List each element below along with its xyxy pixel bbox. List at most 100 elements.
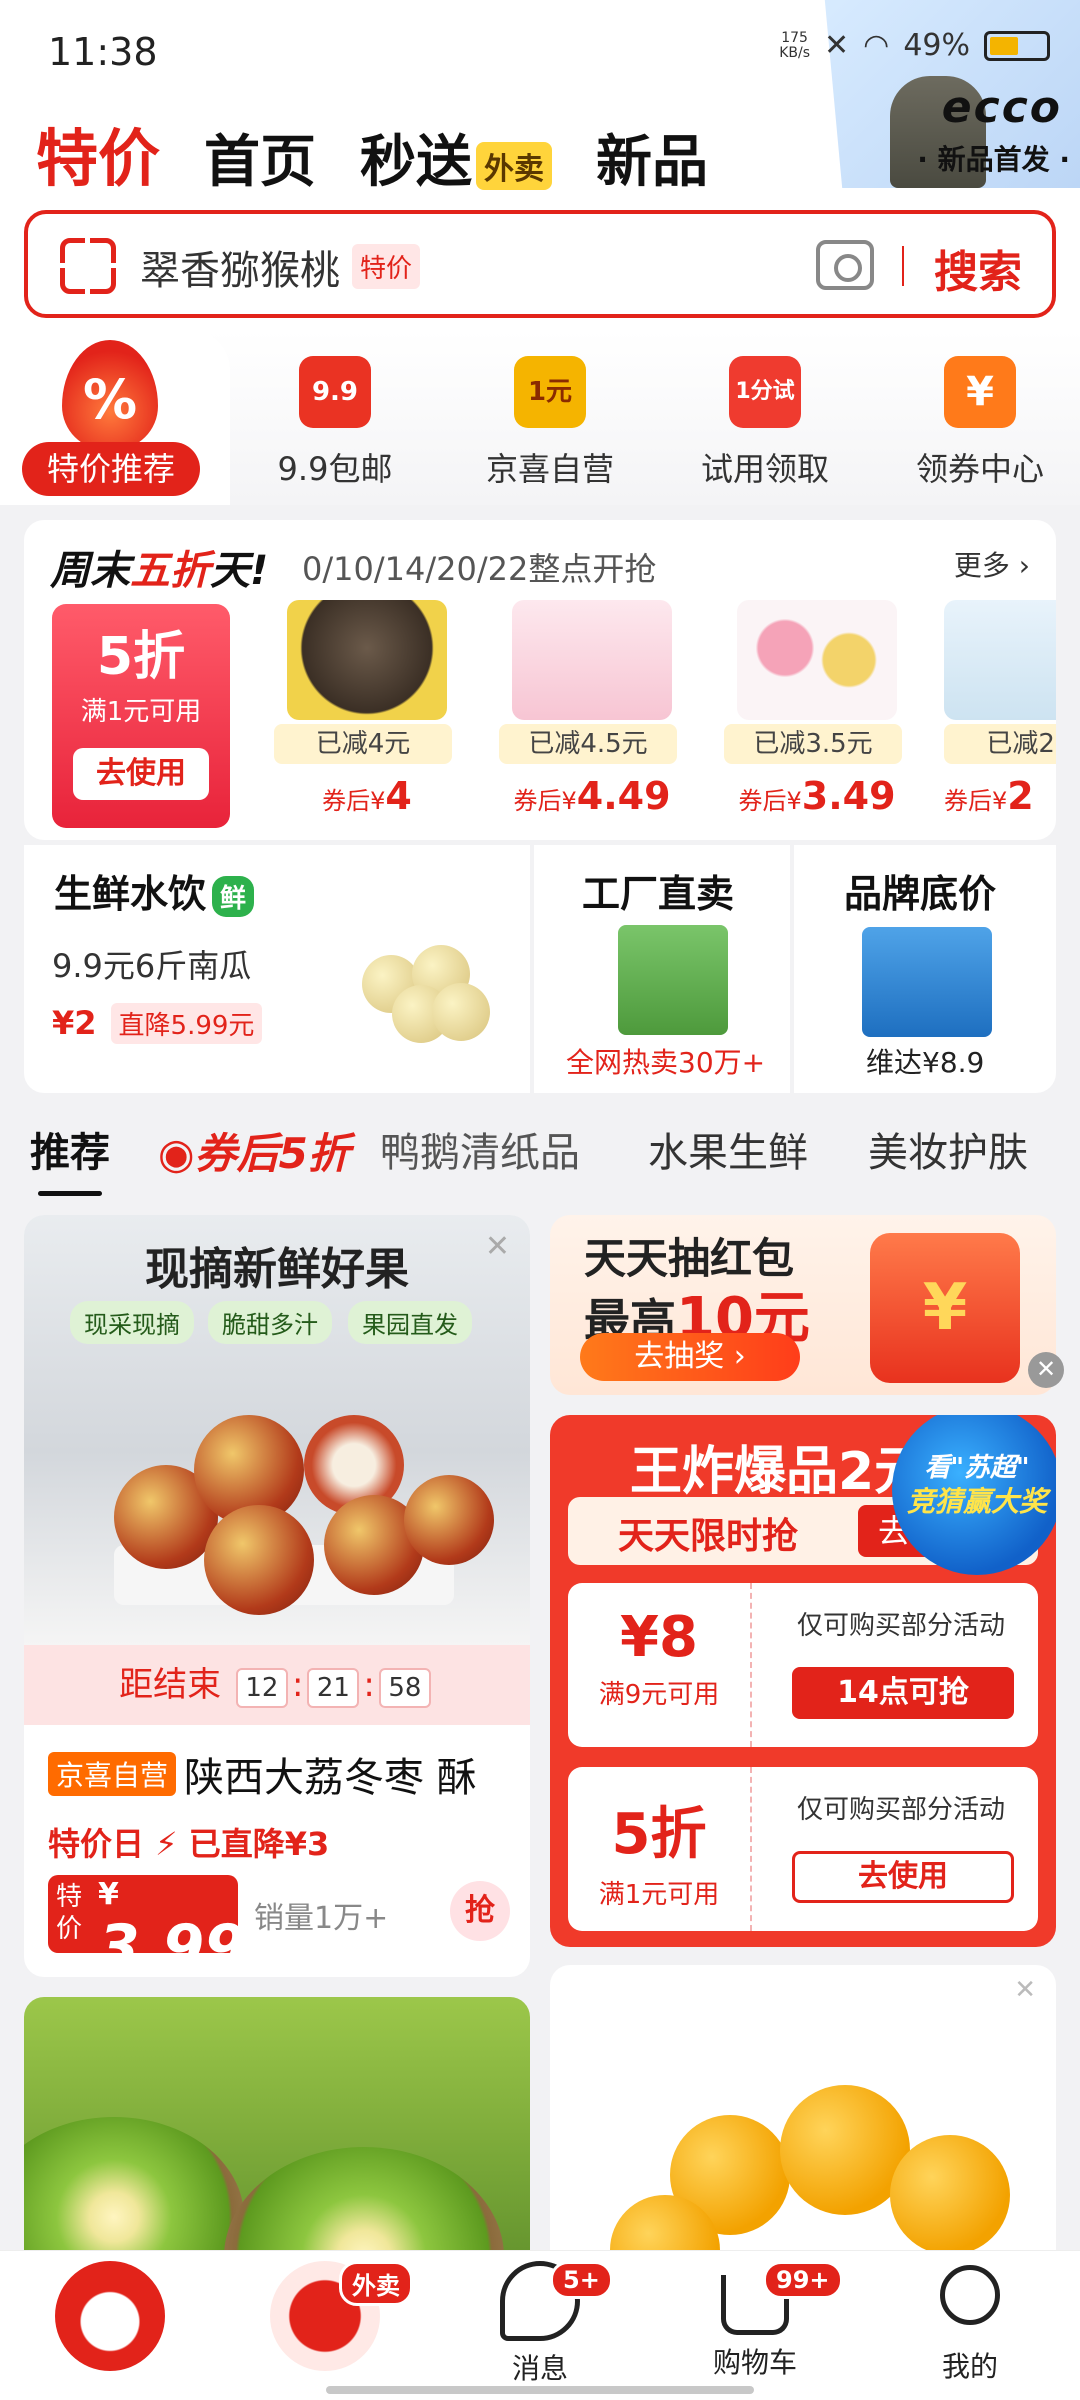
countdown: 距结束 12:21:58 (24, 1645, 530, 1725)
category-title: 工厂直卖 (582, 872, 735, 916)
product-price: 券后¥4 (322, 774, 412, 818)
tab-special-price[interactable]: 特价 (36, 108, 160, 220)
scan-icon[interactable] (59, 237, 119, 297)
sale-product[interactable]: 已减4元 券后¥4 (274, 600, 460, 818)
quick-link-coupons[interactable]: ¥ 领券中心 (880, 356, 1080, 490)
product-price: 券后¥3.49 (738, 774, 896, 818)
close-icon[interactable]: ✕ (485, 1229, 510, 1264)
search-input[interactable]: 翠香猕猴桃 (140, 238, 340, 296)
nav-profile[interactable]: 我的 (870, 2261, 1070, 2385)
tab-new-products[interactable]: 新品 (596, 117, 708, 198)
search-button[interactable]: 搜索 (934, 236, 1022, 300)
quick-link-label: 特价推荐 (22, 442, 200, 496)
category-title: 生鲜水饮鲜 (54, 863, 255, 918)
product-hero: 现摘新鲜好果 ✕ 现采现摘 脆甜多汁 果园直发 (24, 1215, 530, 1645)
product-info: 京喜自营 陕西大荔冬枣 酥 特价日 ⚡ 已直降¥3 (48, 1745, 518, 1865)
feed-tab-coupon[interactable]: ◉券后5折 (158, 1120, 350, 1181)
tab-instant-delivery[interactable]: 秒送 外卖 (360, 117, 553, 198)
quick-link-9-9[interactable]: 9.9 9.9包邮 (235, 356, 435, 490)
battery-icon (984, 30, 1050, 61)
nav-label: 消息 (511, 2352, 568, 2385)
brand-low-price-card[interactable]: 品牌底价 维达¥8.9 (794, 845, 1056, 1093)
jujube-image (204, 1505, 314, 1615)
hot-deals-card[interactable]: 王炸爆品2元 天天限时抢 去抢 ¥8 满9元可用 仅可购买部分活动 14点可抢 … (550, 1415, 1056, 1947)
sale-product[interactable]: 已减2.9 券后¥2 (944, 600, 1056, 818)
red-packet-ad[interactable]: 天天抽红包 最高10元 去抽奖 › ¥ (550, 1215, 1056, 1395)
search-tag: 特价 (352, 244, 421, 289)
coupon-value-area: ¥8 满9元可用 (568, 1583, 752, 1747)
close-icon[interactable]: ✕ (1014, 1975, 1036, 2005)
promo-line: 特价日 ⚡ 已直降¥3 (48, 1825, 330, 1863)
product-image (287, 600, 447, 720)
feed-tabs: 推荐 ◉券后5折 鸭鹅清纸品 水果生鲜 美妆护肤 (30, 1120, 1070, 1196)
coupon-condition: 满9元可用 (598, 1680, 720, 1710)
feed-tab-fruit[interactable]: 水果生鲜 (648, 1120, 808, 1178)
nav-home[interactable] (10, 2261, 210, 2371)
search-bar[interactable]: 翠香猕猴桃 特价 搜索 (24, 210, 1056, 318)
camera-icon[interactable] (816, 240, 874, 290)
sale-product[interactable]: 已减3.5元 券后¥3.49 (724, 600, 910, 818)
weekend-sale-card: 周末五折天! 0/10/14/20/22整点开抢 更多 › 5折 满1元可用 去… (24, 520, 1056, 840)
coupon-button[interactable]: 14点可抢 (792, 1667, 1014, 1719)
nav-messages[interactable]: 5+ 消息 (440, 2261, 640, 2387)
use-coupon-button[interactable]: 去使用 (73, 748, 209, 800)
feed-tab-paper[interactable]: 鸭鹅清纸品 (380, 1120, 580, 1178)
coupon-condition: 满1元可用 (80, 697, 202, 727)
takeout-badge: 外卖 (476, 141, 553, 190)
sales-count: 销量1万+ (254, 1901, 389, 1936)
quick-link-label: 领券中心 (915, 450, 1044, 488)
close-icon[interactable]: ✕ (1028, 1352, 1064, 1388)
product-price: 券后¥2 (944, 774, 1034, 818)
cart-count-badge: 99+ (763, 2261, 843, 2299)
mute-icon: ✕ (823, 28, 850, 63)
product-image (944, 600, 1056, 720)
discount-coupon[interactable]: 5折 满1元可用 去使用 (52, 604, 230, 828)
product-price: ¥ 3.99 (98, 1877, 247, 1977)
sale-title: 周末五折天! (50, 548, 269, 594)
takeout-badge: 外卖 (339, 2261, 413, 2306)
promo-coupon: ¥8 满9元可用 仅可购买部分活动 14点可抢 (568, 1583, 1038, 1747)
wifi-icon: ◠ (863, 28, 890, 63)
red-packet-icon: ¥ (870, 1233, 1020, 1383)
feed-tab-recommend[interactable]: 推荐 (30, 1120, 110, 1196)
feature-pill: 果园直发 (348, 1301, 472, 1344)
nav-takeout[interactable]: 外卖 (225, 2261, 425, 2371)
product-card-tomato[interactable]: ✕ (550, 1965, 1056, 2285)
message-count-badge: 5+ (550, 2261, 613, 2299)
store-tag: 京喜自营 (48, 1752, 177, 1796)
product-discount-tag: 已减4元 (274, 724, 452, 764)
countdown-hours: 12 (235, 1668, 288, 1708)
header: 11:38 ecco · 新品首发 · 175 KB/s ✕ ◠ 49% 特价 … (0, 0, 1080, 505)
feature-pill: 脆甜多汁 (208, 1301, 332, 1344)
sale-product[interactable]: 已减4.5元 券后¥4.49 (499, 600, 685, 818)
coupon-desc: 仅可购买部分活动 (796, 1795, 1005, 1825)
tomato-image (890, 2135, 1010, 2255)
nav-cart[interactable]: 99+ 购物车 (655, 2261, 855, 2381)
promo-coupon: 5折 满1元可用 仅可购买部分活动 去使用 (568, 1767, 1038, 1931)
quick-link-special-recommend[interactable]: % 特价推荐 (0, 330, 230, 505)
percent-icon: ◉ (158, 1129, 195, 1178)
draw-button[interactable]: 去抽奖 › (580, 1333, 800, 1381)
grab-button[interactable]: 抢 (450, 1881, 510, 1941)
coupon-button[interactable]: 去使用 (792, 1851, 1014, 1903)
status-time: 11:38 (48, 30, 158, 74)
factory-direct-card[interactable]: 工厂直卖 全网热卖30万+ (534, 845, 790, 1093)
quick-link-jingxi[interactable]: 1元 京喜自营 (450, 356, 650, 490)
product-name: 陕西大荔冬枣 酥 (184, 1755, 477, 1801)
home-indicator (326, 2386, 754, 2394)
feed-tab-beauty[interactable]: 美妆护肤 (868, 1120, 1028, 1178)
tab-home[interactable]: 首页 (204, 117, 316, 198)
ad-tagline: · 新品首发 · (917, 143, 1070, 176)
fresh-category-card[interactable]: 生鲜水饮鲜 9.9元6斤南瓜 ¥2 直降5.99元 (24, 845, 530, 1093)
quick-link-trial[interactable]: 1分试 试用领取 (665, 356, 865, 490)
more-link[interactable]: 更多 › (954, 544, 1030, 584)
nav-label: 购物车 (712, 2346, 797, 2379)
price-tag: 特价 ¥ 3.99 (48, 1875, 246, 1977)
jd-mascot-icon (55, 2261, 165, 2371)
divider (902, 246, 904, 286)
category-desc: 9.9元6斤南瓜 (52, 947, 252, 985)
quick-link-label: 试用领取 (700, 450, 829, 488)
egg-box-image (618, 925, 728, 1035)
product-card-jujube[interactable]: 现摘新鲜好果 ✕ 现采现摘 脆甜多汁 果园直发 距结束 12:21:58 京喜自… (24, 1215, 530, 1977)
shopping-bag-icon: 1分试 (729, 356, 801, 428)
